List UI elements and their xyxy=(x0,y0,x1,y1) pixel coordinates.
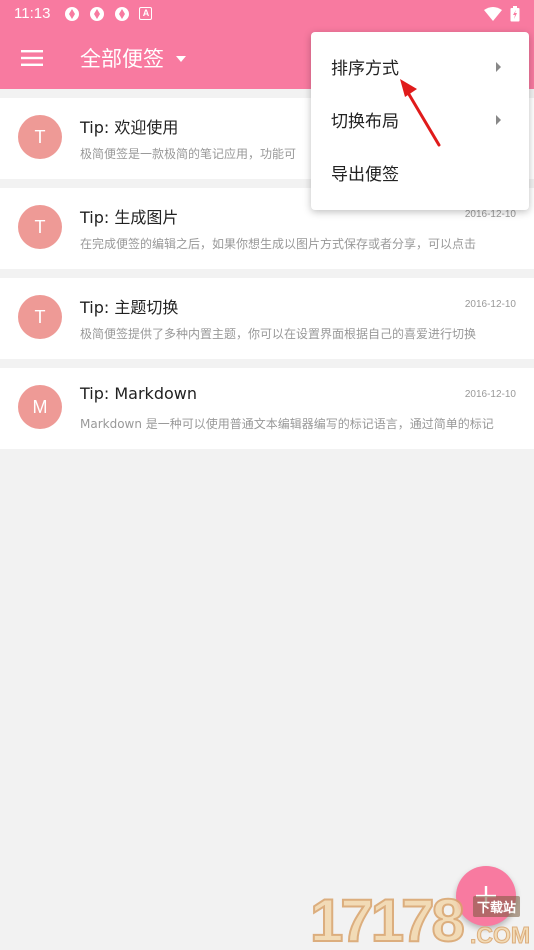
annotation-arrow-icon xyxy=(400,79,441,147)
note-card[interactable]: M Tip: Markdown 2016-12-10 Markdown 是一种可… xyxy=(0,368,534,449)
menu-item-export[interactable]: 导出便签 xyxy=(311,146,529,199)
caret-down-icon xyxy=(176,56,186,62)
watermark-digits: 17178 xyxy=(309,886,466,950)
sync-icon xyxy=(115,6,130,21)
note-preview: 在完成便签的编辑之后，如果你想生成以图片方式保存或者分享，可以点击 xyxy=(80,237,477,251)
menu-button[interactable] xyxy=(0,27,64,89)
watermark-suffix: .COM xyxy=(469,922,531,949)
menu-item-label: 切换布局 xyxy=(331,112,399,132)
status-time: 11:13 xyxy=(14,5,51,22)
submenu-arrow-icon xyxy=(496,114,501,125)
avatar: T xyxy=(18,115,62,159)
note-preview: Markdown 是一种可以使用普通文本编辑器编写的标记语言，通过简单的标记 xyxy=(80,417,494,431)
menu-item-label: 导出便签 xyxy=(331,165,399,185)
menu-item-label: 排序方式 xyxy=(331,59,399,79)
note-date: 2016-12-10 xyxy=(464,389,516,400)
note-date: 2016-12-10 xyxy=(464,209,516,220)
category-selector[interactable]: 全部便签 xyxy=(80,43,186,73)
avatar: M xyxy=(18,385,62,429)
battery-icon xyxy=(510,5,520,21)
watermark-site: 下载站 xyxy=(473,896,521,917)
sync-icon xyxy=(65,6,80,21)
avatar: T xyxy=(18,295,62,339)
avatar: T xyxy=(18,205,62,249)
note-title: Tip: Markdown xyxy=(80,384,197,403)
a-badge-icon: A xyxy=(139,7,153,20)
sync-icon xyxy=(90,6,105,21)
note-title: Tip: 欢迎使用 xyxy=(80,118,179,137)
note-title: Tip: 主题切换 xyxy=(80,298,179,317)
submenu-arrow-icon xyxy=(496,61,501,72)
note-card[interactable]: T Tip: 主题切换 2016-12-10 极简便签提供了多种内置主题，你可以… xyxy=(0,278,534,359)
hamburger-menu-icon xyxy=(21,50,43,66)
wifi-icon xyxy=(484,6,502,21)
note-date: 2016-12-10 xyxy=(464,299,516,310)
watermark-logo: 17178 下载站 .COM xyxy=(309,880,534,950)
note-preview: 极简便签提供了多种内置主题，你可以在设置界面根据自己的喜爱进行切换 xyxy=(80,327,477,341)
note-title: Tip: 生成图片 xyxy=(80,208,179,227)
page-title: 全部便签 xyxy=(80,47,164,71)
status-bar: 11:13 A xyxy=(0,0,534,27)
